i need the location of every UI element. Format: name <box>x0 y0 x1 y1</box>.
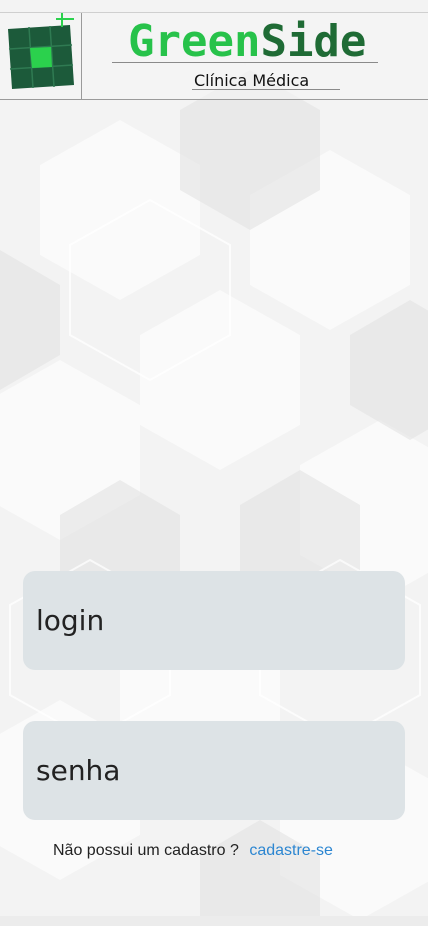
logo-container <box>0 13 82 100</box>
password-input[interactable] <box>23 721 405 820</box>
login-input[interactable] <box>23 571 405 670</box>
bottom-band <box>0 916 428 926</box>
signup-prompt-row: Não possui um cadastro ? cadastre-se <box>53 842 333 860</box>
brand-divider-top <box>112 62 378 63</box>
password-field[interactable] <box>23 721 405 820</box>
brand-divider-bottom <box>192 89 340 90</box>
app-header: GreenSide Clínica Médica <box>0 12 428 100</box>
signup-prompt-text: Não possui um cadastro ? <box>53 842 239 859</box>
brand-subtitle: Clínica Médica <box>194 71 310 90</box>
clinic-grid-logo-icon <box>8 13 74 89</box>
brand-name: GreenSide <box>128 19 366 65</box>
login-field[interactable] <box>23 571 405 670</box>
brand-name-part1: Green <box>128 16 261 67</box>
signup-link[interactable]: cadastre-se <box>249 842 333 859</box>
brand-name-part2: Side <box>260 16 367 67</box>
